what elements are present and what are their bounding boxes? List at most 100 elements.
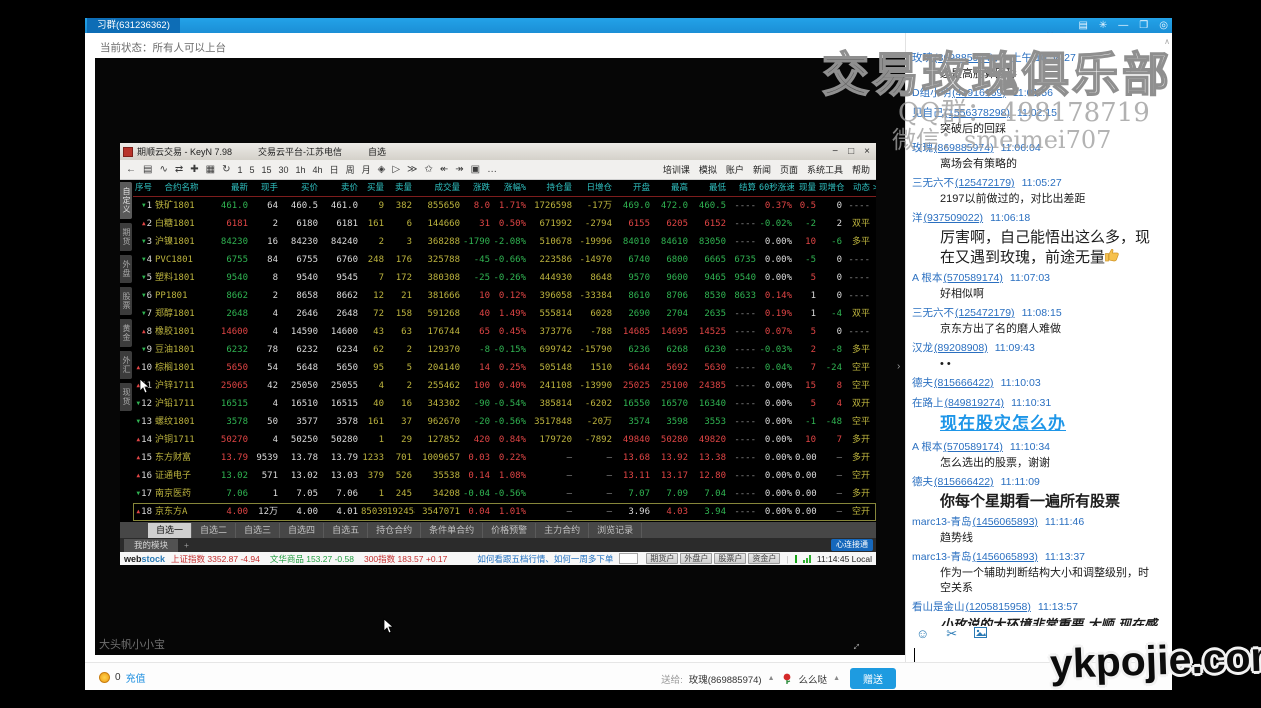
chat-input-caret[interactable] — [914, 648, 915, 662]
menu-item[interactable]: 培训课 — [663, 163, 690, 176]
user-id-link[interactable]: (125472179) — [955, 307, 1015, 319]
period-月[interactable]: 月 — [362, 163, 371, 176]
user-id-link[interactable]: (815666422) — [934, 377, 994, 389]
menu-item[interactable]: 页面 — [780, 163, 798, 176]
menu-item[interactable]: 帮助 — [852, 163, 870, 176]
connect-badge[interactable]: 心连接通 — [831, 539, 873, 551]
period-1[interactable]: 1 — [237, 165, 242, 175]
period-周[interactable]: 周 — [346, 163, 355, 176]
arrow-right-icon[interactable]: ↠ — [455, 164, 463, 175]
table-row[interactable]: ▼12沪铅171116515416510165154016343302-90-0… — [133, 395, 876, 413]
user-id-link[interactable]: (125472179) — [955, 177, 1015, 189]
period-1h[interactable]: 1h — [296, 165, 306, 175]
maximize-icon[interactable]: □ — [848, 146, 854, 157]
table-row[interactable]: ▲18京东方A4.0012万4.004.01850391924583547071… — [133, 503, 876, 521]
table-row[interactable]: ▲10棕榈180156505456485650955204140140.25%5… — [133, 359, 876, 377]
send-gift-button[interactable]: 赠送 — [850, 668, 896, 689]
account-button[interactable]: 期货户 — [646, 553, 678, 564]
category-tab[interactable]: 自定义 — [120, 182, 132, 219]
watchlist-tab[interactable]: 自选五 — [324, 523, 368, 538]
user-id-link[interactable]: (869885974) — [934, 52, 994, 64]
recharge-link[interactable]: 充值 — [126, 670, 146, 685]
user-id-link[interactable]: (89208908) — [934, 342, 988, 354]
period-4h[interactable]: 4h — [313, 165, 323, 175]
period-日[interactable]: 日 — [330, 163, 339, 176]
user-id-link[interactable]: (570589174) — [943, 272, 1003, 284]
minimize-icon[interactable]: — — [1118, 19, 1128, 32]
table-row[interactable]: ▼3沪镍18018423016842308424023368288-1790-2… — [133, 233, 876, 251]
table-row[interactable]: ▼6PP180186622865886621221381666100.12%39… — [133, 287, 876, 305]
table-row[interactable]: ▼5塑料180195408954095457172380308-25-0.26%… — [133, 269, 876, 287]
watchlist-tab[interactable]: 自选四 — [280, 523, 324, 538]
watchlist-tab[interactable]: 自选三 — [236, 523, 280, 538]
plus-icon[interactable]: ✚ — [190, 164, 198, 175]
transfer-icon[interactable]: ⇄ — [175, 164, 183, 175]
account-input[interactable] — [619, 553, 638, 564]
user-id-link[interactable]: (1456065893) — [973, 551, 1038, 563]
table-row[interactable]: ▼7郑醇1801264842646264872158591268401.49%5… — [133, 305, 876, 323]
menu-item[interactable]: 新闻 — [753, 163, 771, 176]
user-id-link[interactable]: (849819274) — [945, 397, 1005, 409]
settings-icon[interactable]: ✳ — [1099, 19, 1107, 32]
table-row[interactable]: ▼4PVC180167558467556760248176325788-45-0… — [133, 251, 876, 269]
period-30[interactable]: 30 — [279, 165, 289, 175]
skin-icon[interactable]: ▤ — [1078, 19, 1087, 32]
close-icon[interactable]: × — [864, 146, 870, 157]
scroll-up-icon[interactable]: ∧ — [1164, 37, 1170, 46]
period-5[interactable]: 5 — [249, 165, 254, 175]
my-module-tab[interactable]: 我的模块 — [124, 539, 178, 552]
account-button[interactable]: 资金户 — [748, 553, 780, 564]
user-id-link[interactable]: (1205815958) — [966, 601, 1031, 613]
table-row[interactable]: ▲16证通电子13.0257113.0213.03379526355380.14… — [133, 467, 876, 485]
star-icon[interactable]: ✩ — [424, 164, 432, 175]
category-tab[interactable]: 外汇 — [120, 351, 132, 379]
user-id-link[interactable]: (869885974) — [934, 142, 994, 154]
table-row[interactable]: ▲8橡胶180114600414590146004363176744650.45… — [133, 323, 876, 341]
back-icon[interactable]: ← — [126, 164, 136, 175]
chevron-up-icon[interactable]: ▲ — [833, 675, 840, 682]
table-row[interactable]: ▲2白糖180161812618061811616144660310.50%67… — [133, 215, 876, 233]
menu-item[interactable]: 系统工具 — [807, 163, 843, 176]
add-module-button[interactable]: + — [184, 540, 189, 550]
table-row[interactable]: ▲14沪铜171150270450250502801291278524200.8… — [133, 431, 876, 449]
arrow-left-icon[interactable]: ↞ — [440, 164, 448, 175]
restore-icon[interactable]: ❐ — [1139, 19, 1148, 32]
watchlist-tab[interactable]: 浏览记录 — [589, 523, 642, 538]
account-button[interactable]: 股票户 — [714, 553, 746, 564]
user-id-link[interactable]: (1456065893) — [973, 516, 1038, 528]
watchlist-tab[interactable]: 自选一 — [148, 523, 192, 538]
more-icon[interactable]: … — [487, 164, 497, 175]
table-row[interactable]: ▼13螺纹18013578503577357816137962670-20-0.… — [133, 413, 876, 431]
table-row[interactable]: ▲15东方财富13.79953913.7813.7912337011009657… — [133, 449, 876, 467]
category-tab[interactable]: 现货 — [120, 383, 132, 411]
resize-icon[interactable]: ↔ — [846, 636, 864, 654]
watchlist-tab[interactable]: 条件单合约 — [421, 523, 483, 538]
user-id-link[interactable]: (570589174) — [943, 441, 1003, 453]
user-id-link[interactable]: (815666422) — [934, 476, 994, 488]
chevron-up-icon[interactable]: ▲ — [768, 675, 775, 682]
account-button[interactable]: 外盘户 — [680, 553, 712, 564]
panel-icon[interactable]: ▣ — [471, 164, 480, 175]
play-icon[interactable]: ▷ — [392, 164, 400, 175]
image-icon[interactable] — [974, 626, 987, 642]
scissors-icon[interactable]: ✂ — [946, 626, 957, 642]
trading-page-tab[interactable]: 自选 — [368, 145, 386, 158]
watchlist-tab[interactable]: 价格预警 — [483, 523, 536, 538]
category-tab[interactable]: 外盘 — [120, 255, 132, 283]
table-row[interactable]: ▲11沪锌171125065422505025055422554621000.4… — [133, 377, 876, 395]
grid-icon[interactable]: ▤ — [143, 164, 152, 175]
watchlist-tab[interactable]: 持仓合约 — [368, 523, 421, 538]
watchlist-tab[interactable]: 主力合约 — [536, 523, 589, 538]
diamond-icon[interactable]: ◈ — [378, 164, 386, 175]
chevrons-icon[interactable]: ≫ — [407, 164, 417, 175]
power-icon[interactable]: ◎ — [1159, 19, 1168, 32]
minimize-icon[interactable]: − — [832, 146, 838, 157]
smiley-icon[interactable]: ☺ — [916, 626, 929, 642]
help-link[interactable]: 如何看跟五档行情、如何一周多下单 — [477, 553, 613, 565]
category-tab[interactable]: 股票 — [120, 287, 132, 315]
refresh-icon[interactable]: ↻ — [222, 164, 230, 175]
panel-collapse-icon[interactable]: › — [897, 361, 900, 372]
calendar-icon[interactable]: ▦ — [206, 164, 215, 175]
table-row[interactable]: ▼1铁矿1801461.064460.5461.093828556508.01.… — [133, 197, 876, 215]
user-id-link[interactable]: (1556378298) — [945, 107, 1010, 119]
